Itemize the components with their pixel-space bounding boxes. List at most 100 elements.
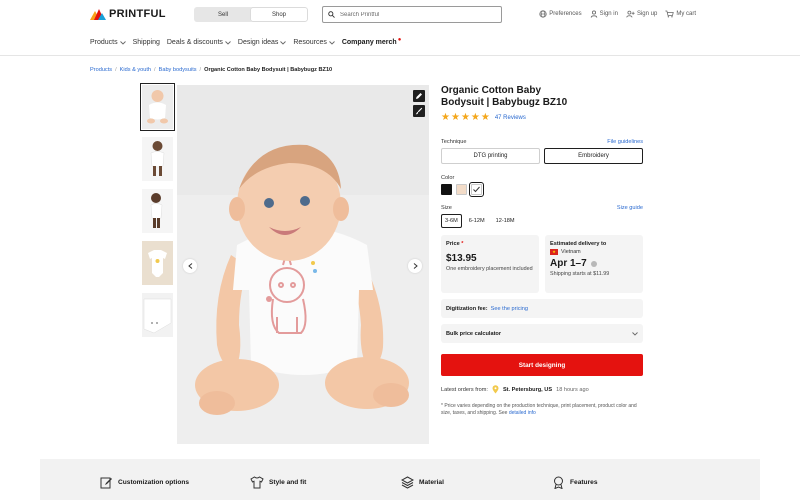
star-icon: ★: [460, 112, 470, 123]
feature-style-label: Style and fit: [269, 479, 307, 486]
nav-products[interactable]: Products: [90, 39, 126, 46]
search-icon: [328, 11, 335, 18]
thumbnail-2[interactable]: [142, 137, 173, 181]
feature-material[interactable]: Material: [401, 476, 444, 489]
nav-deals[interactable]: Deals & discounts: [167, 39, 231, 46]
feature-customization-options[interactable]: Customization options: [100, 476, 189, 489]
bodysuit-flatlay-thumbnail-image: [142, 241, 173, 285]
delivery-country[interactable]: ★ Vietnam: [550, 249, 638, 255]
feature-style-and-fit[interactable]: Style and fit: [250, 476, 306, 489]
size-6-12m[interactable]: 6-12M: [465, 214, 489, 228]
feature-features-label: Features: [570, 479, 598, 486]
thumbnail-1[interactable]: [140, 83, 175, 131]
color-swatch-white[interactable]: [469, 182, 484, 197]
size-guide-link[interactable]: Size guide: [617, 205, 643, 211]
toggle-sell[interactable]: Sell: [195, 8, 251, 21]
breadcrumb-kids-youth[interactable]: Kids & youth: [120, 67, 151, 73]
delivery-dates: Apr 1–7: [550, 258, 587, 269]
product-rating: ★ ★ ★ ★ ★ 47 Reviews: [441, 113, 643, 123]
technique-label: Technique: [441, 139, 467, 145]
nav-company-merch[interactable]: Company merch ●: [342, 37, 401, 47]
thumbnail-4[interactable]: [142, 241, 173, 285]
brush-icon: [415, 107, 423, 115]
technique-embroidery[interactable]: Embroidery: [544, 148, 643, 164]
price-value: $13.95: [446, 253, 477, 264]
latest-orders-label: Latest orders from:: [441, 386, 488, 393]
price-label: Price: [446, 241, 460, 247]
shipping-note: Shipping starts at $11.99: [550, 271, 610, 277]
globe-icon: [539, 10, 547, 18]
disclaimer-text: * Price varies depending on the producti…: [441, 403, 637, 416]
mockup-tool-button[interactable]: [413, 105, 425, 117]
sign-in-link[interactable]: Sign in: [590, 10, 618, 18]
breadcrumb-baby-bodysuits[interactable]: Baby bodysuits: [159, 67, 197, 73]
preferences-link[interactable]: Preferences: [539, 10, 582, 18]
latest-orders-location: St. Petersburg, US: [502, 386, 553, 393]
toggle-shop[interactable]: Shop: [251, 8, 307, 21]
breadcrumb-separator: /: [115, 67, 117, 73]
file-guidelines-link[interactable]: File guidelines: [607, 139, 643, 145]
size-3-6m[interactable]: 3-6M: [441, 214, 462, 228]
nav-divider: [0, 55, 800, 56]
product-details-panel: Organic Cotton Baby Bodysuit | Babybugz …: [441, 85, 643, 417]
chevron-down-icon: [280, 40, 287, 45]
thumbnail-3[interactable]: [142, 189, 173, 233]
color-swatch-beige[interactable]: [456, 184, 467, 195]
cart-icon: [665, 10, 675, 18]
main-nav: Products Shipping Deals & discounts Desi…: [90, 37, 401, 47]
baby-sitting-thumbnail-image: [142, 85, 173, 129]
info-cards: Price * $13.95 One embroidery placement …: [441, 235, 643, 293]
info-icon[interactable]: [590, 260, 597, 267]
next-image-button[interactable]: [408, 259, 422, 273]
search-box[interactable]: [322, 6, 502, 23]
breadcrumb: Products / Kids & youth / Baby bodysuits…: [90, 67, 332, 73]
product-main-image: [177, 85, 429, 444]
start-designing-button[interactable]: Start designing: [441, 354, 643, 376]
technique-header: Technique File guidelines: [441, 139, 643, 145]
nav-shipping-label: Shipping: [132, 39, 160, 46]
search-input[interactable]: [340, 11, 490, 18]
chevron-down-icon: [225, 40, 231, 45]
sign-up-label: Sign up: [636, 11, 658, 17]
my-cart-link[interactable]: My cart: [665, 10, 696, 18]
bulk-price-calculator[interactable]: Bulk price calculator: [441, 324, 643, 343]
printful-logo[interactable]: PRINTFUL: [90, 8, 166, 20]
nav-shipping[interactable]: Shipping: [133, 39, 160, 46]
design-tool-button[interactable]: [413, 90, 425, 102]
digitization-fee-row: Digitization fee: See the pricing: [441, 299, 643, 318]
breadcrumb-products[interactable]: Products: [90, 67, 112, 73]
detailed-info-link[interactable]: detailed info: [509, 410, 536, 416]
edit-icon: [100, 477, 112, 489]
baby-side-thumbnail-image: [142, 189, 173, 233]
color-label: Color: [441, 175, 455, 181]
reviews-link[interactable]: 47 Reviews: [495, 115, 526, 121]
header-links: Preferences Sign in Sign up My cart: [539, 10, 696, 18]
star-icon: ★: [441, 112, 450, 123]
layers-icon: [401, 476, 414, 489]
nav-design-ideas[interactable]: Design ideas: [237, 39, 287, 46]
color-swatch-black[interactable]: [441, 184, 452, 195]
technique-dtg-printing[interactable]: DTG printing: [441, 148, 540, 164]
nav-resources-label: Resources: [293, 39, 327, 46]
technique-options: DTG printing Embroidery: [441, 148, 643, 164]
see-pricing-link[interactable]: See the pricing: [491, 306, 528, 312]
user-plus-icon: [626, 10, 635, 18]
price-disclaimer: * Price varies depending on the producti…: [441, 403, 643, 417]
preferences-label: Preferences: [549, 11, 582, 17]
size-options: 3-6M 6-12M 12-18M: [441, 214, 643, 228]
baby-back-thumbnail-image: [142, 137, 173, 181]
previous-image-button[interactable]: [183, 259, 197, 273]
size-label: Size: [441, 205, 452, 211]
nav-resources[interactable]: Resources: [293, 39, 335, 46]
price-card: Price * $13.95 One embroidery placement …: [441, 235, 539, 293]
thumbnail-list: [140, 83, 175, 345]
delivery-country-name: Vietnam: [561, 249, 581, 255]
sign-up-link[interactable]: Sign up: [626, 10, 657, 18]
thumbnail-5[interactable]: [142, 293, 173, 337]
nav-design-ideas-label: Design ideas: [237, 39, 279, 46]
star-icon: ★: [480, 112, 490, 123]
size-12-18m[interactable]: 12-18M: [492, 214, 519, 228]
delivery-date-row: Apr 1–7: [550, 258, 638, 269]
feature-customization-label: Customization options: [118, 479, 190, 486]
feature-features[interactable]: Features: [552, 476, 598, 489]
